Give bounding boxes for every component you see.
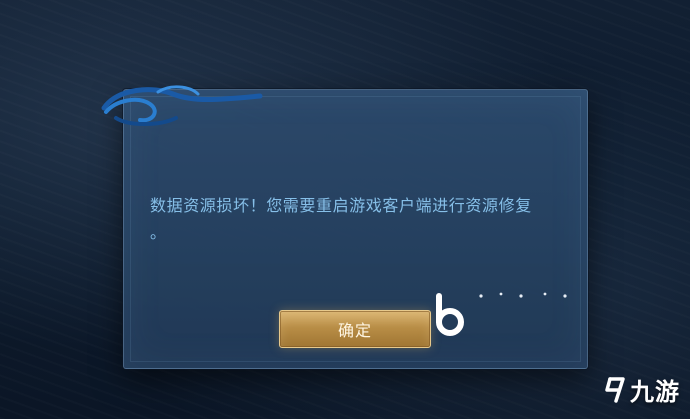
9-logo-icon: [605, 376, 625, 403]
watermark-text: 九游: [630, 378, 680, 406]
error-message: 数据资源损坏！您需要重启游戏客户端进行资源修复 。: [150, 196, 532, 242]
confirm-button-label: 确定: [337, 321, 372, 340]
watermark: 九游: [604, 372, 680, 407]
confirm-button[interactable]: 确定: [279, 310, 431, 348]
